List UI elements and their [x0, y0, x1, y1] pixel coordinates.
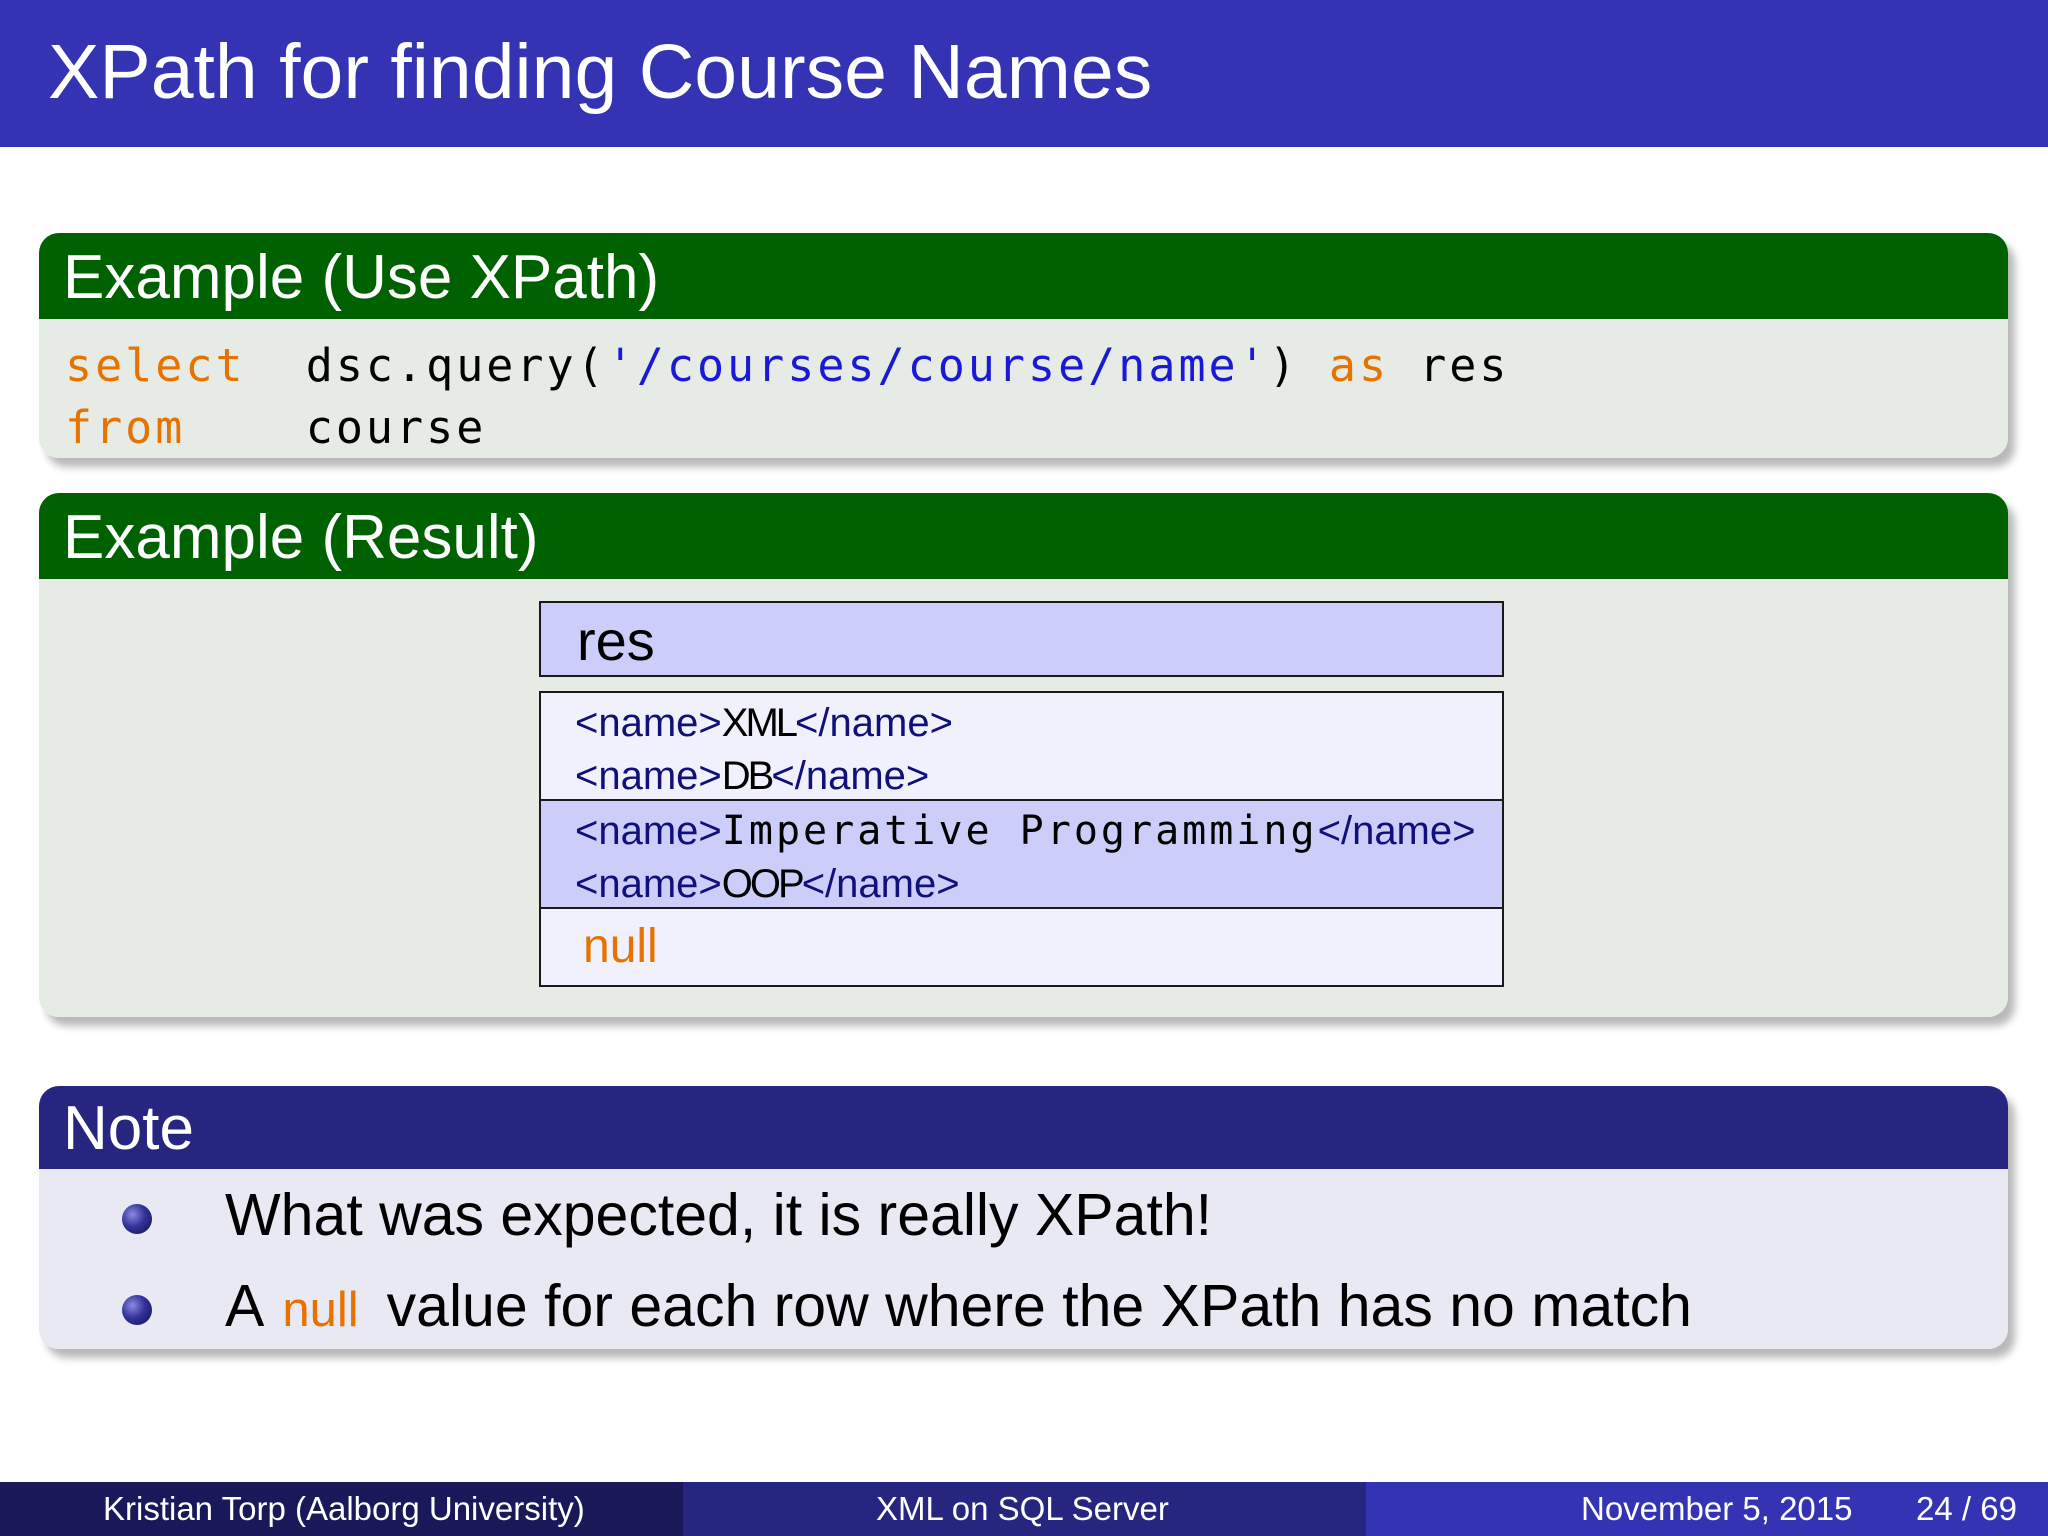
table-row: null [539, 907, 1504, 987]
footer-presentation-title: XML on SQL Server [876, 1490, 1169, 1527]
inline-null-keyword: null [282, 1283, 359, 1337]
footer-author: Kristian Torp (Aalborg University) [103, 1490, 585, 1527]
xpath-string-literal: '/courses/course/name' [606, 339, 1269, 392]
note-header: Note [39, 1086, 2008, 1176]
example-use-xpath-title: Example (Use XPath) [63, 243, 660, 312]
xml-close-tag: </name> [801, 862, 960, 906]
note-item-prefix: A [225, 1273, 265, 1339]
null-value: null [583, 920, 658, 973]
xml-text: Imperative Programming [721, 808, 1318, 854]
result-column-label: res [577, 609, 655, 672]
footer-author-segment: Kristian Torp (Aalborg University) [0, 1482, 683, 1536]
bullet-icon [122, 1204, 152, 1234]
footer-date: November 5, 2015 [1581, 1490, 1853, 1527]
xml-close-tag: </name> [1317, 809, 1476, 853]
note-item-text: Anull value for each row where the XPath … [225, 1277, 1692, 1336]
example-result-block: Example (Result) res <name>XML</name> <n… [39, 493, 2008, 1017]
xml-text: OOP [721, 862, 805, 906]
xml-text: DB [721, 754, 775, 798]
column-alias: res [1419, 339, 1510, 392]
result-body: res <name>XML</name> <name>DB</name> <na… [39, 579, 2008, 1017]
slide-footer: Kristian Torp (Aalborg University) XML o… [0, 1482, 2048, 1536]
xml-close-tag: </name> [795, 701, 953, 745]
keyword-select: select [65, 339, 246, 392]
footer-page-number: 24 / 69 [1916, 1490, 2017, 1527]
example-use-xpath-block: Example (Use XPath) select dsc.query('/c… [39, 233, 2008, 458]
table-row: <name>XML</name> <name>DB</name> [539, 691, 1504, 801]
note-item-text: What was expected, it is really XPath! [225, 1182, 1213, 1248]
xml-line: <name>OOP</name> [575, 864, 960, 904]
xml-close-tag: </name> [771, 754, 930, 798]
keyword-from: from [65, 401, 186, 454]
title-bar: XPath for finding Course Names [0, 0, 2048, 147]
query-call-suffix: ) [1268, 339, 1299, 392]
example-result-title: Example (Result) [63, 503, 539, 572]
xml-line: <name>DB</name> [575, 756, 929, 796]
keyword-as: as [1328, 339, 1390, 392]
note-body: What was expected, it is really XPath! A… [39, 1169, 2008, 1349]
xml-open-tag: <name> [575, 701, 722, 745]
code-line-from: from course [65, 405, 486, 450]
example-result-header: Example (Result) [39, 493, 2008, 586]
query-call-prefix: dsc.query( [305, 339, 607, 392]
table-name: course [305, 401, 487, 454]
bullet-icon [122, 1295, 152, 1325]
note-block: Note What was expected, it is really XPa… [39, 1086, 2008, 1349]
xml-line: <name>Imperative Programming</name> [575, 811, 1475, 851]
example-use-xpath-header: Example (Use XPath) [39, 233, 2008, 326]
footer-date-segment: November 5, 2015 24 / 69 [1366, 1482, 2048, 1536]
result-column-header: res [539, 601, 1504, 677]
xml-open-tag: <name> [575, 809, 722, 853]
xml-line: <name>XML</name> [575, 703, 953, 743]
slide-title: XPath for finding Course Names [48, 29, 1153, 115]
xml-open-tag: <name> [575, 862, 722, 906]
table-row: <name>Imperative Programming</name> <nam… [539, 799, 1504, 909]
xml-open-tag: <name> [575, 754, 722, 798]
code-line-select: select dsc.query('/courses/course/name')… [65, 343, 1509, 388]
xml-text: XML [721, 701, 798, 745]
footer-title-segment: XML on SQL Server [683, 1482, 1366, 1536]
note-title: Note [63, 1094, 194, 1163]
note-item-suffix: value for each row where the XPath has n… [386, 1273, 1692, 1339]
code-listing: select dsc.query('/courses/course/name')… [39, 319, 2008, 458]
